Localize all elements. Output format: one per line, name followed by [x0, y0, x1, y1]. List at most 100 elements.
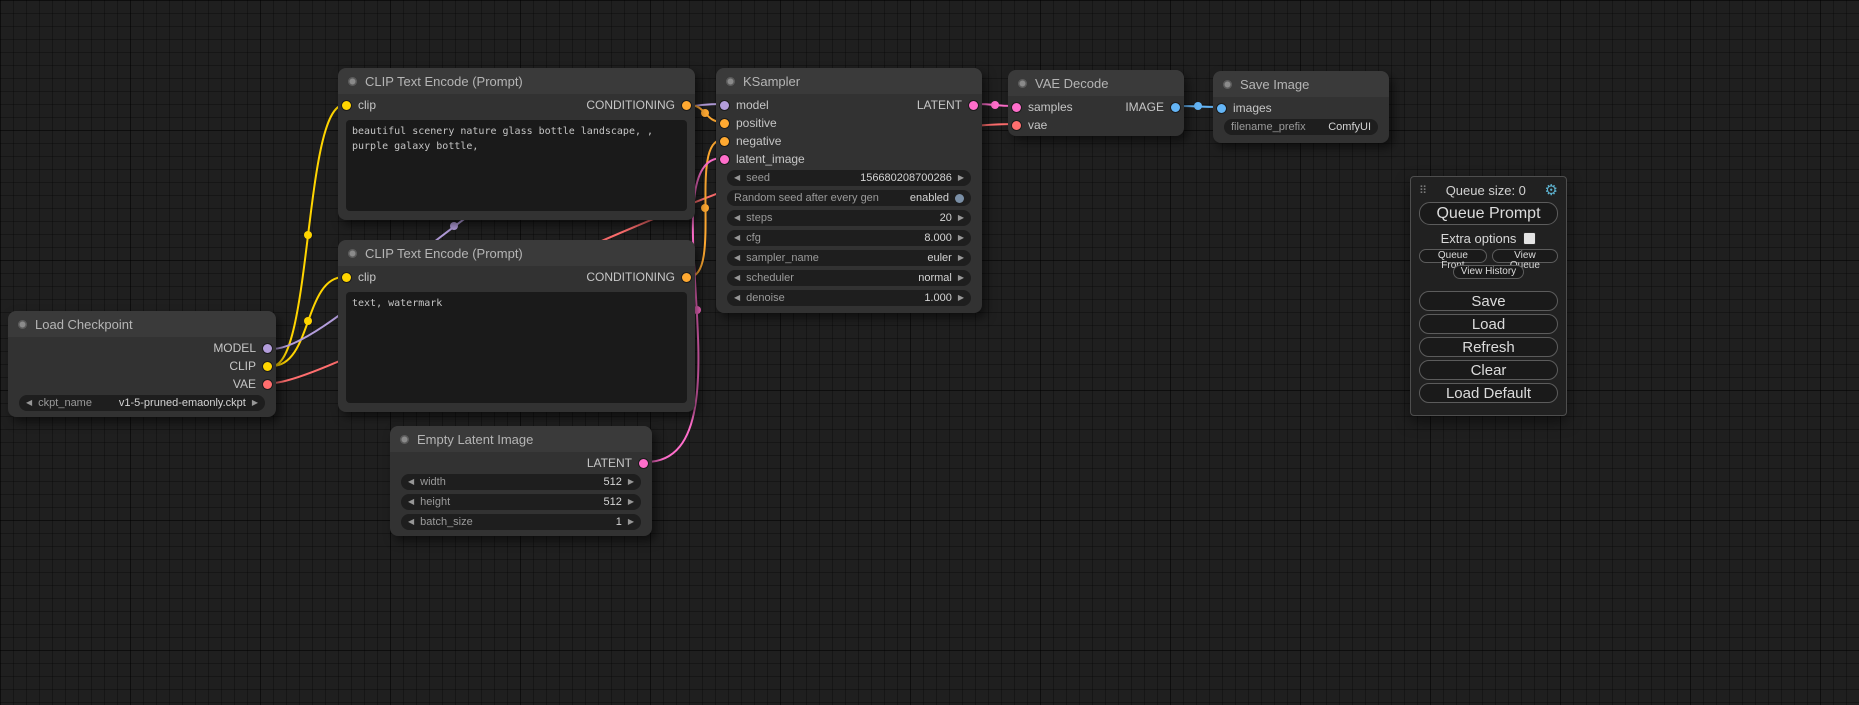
- view-history-button[interactable]: View History: [1453, 265, 1524, 279]
- refresh-button[interactable]: Refresh: [1419, 337, 1558, 357]
- slot-label: model: [736, 98, 769, 112]
- node-vae-decode[interactable]: VAE Decode samples IMAGE vae: [1008, 70, 1184, 136]
- slot-label: MODEL: [213, 341, 256, 355]
- next-arrow-icon[interactable]: ▶: [628, 498, 634, 506]
- node-graph-canvas[interactable]: Load Checkpoint MODEL CLIP VAE ◀ ckpt_na…: [0, 0, 1859, 705]
- input-dot-clip[interactable]: [342, 273, 351, 282]
- slot-label: clip: [358, 98, 376, 112]
- node-clip-text-encode-positive[interactable]: CLIP Text Encode (Prompt) clip CONDITION…: [338, 68, 695, 220]
- widget-height[interactable]: ◀ height 512 ▶: [401, 494, 641, 510]
- toggle-dot[interactable]: [955, 194, 964, 203]
- next-arrow-icon[interactable]: ▶: [958, 274, 964, 282]
- node-clip-text-encode-negative[interactable]: CLIP Text Encode (Prompt) clip CONDITION…: [338, 240, 695, 412]
- prev-arrow-icon[interactable]: ◀: [408, 518, 414, 526]
- widget-value: 20: [940, 212, 952, 224]
- widget-filename-prefix[interactable]: filename_prefix ComfyUI: [1224, 119, 1378, 135]
- widget-label: filename_prefix: [1231, 121, 1306, 133]
- prev-arrow-icon[interactable]: ◀: [734, 294, 740, 302]
- prev-arrow-icon[interactable]: ◀: [734, 174, 740, 182]
- widget-random-seed[interactable]: Random seed after every gen enabled: [727, 190, 971, 206]
- prev-arrow-icon[interactable]: ◀: [408, 498, 414, 506]
- positive-prompt-textarea[interactable]: beautiful scenery nature glass bottle la…: [346, 120, 687, 211]
- node-title-bar[interactable]: Save Image: [1213, 71, 1389, 97]
- output-dot-latent[interactable]: [639, 459, 648, 468]
- node-load-checkpoint[interactable]: Load Checkpoint MODEL CLIP VAE ◀ ckpt_na…: [8, 311, 276, 417]
- collapse-dot-icon[interactable]: [1223, 80, 1232, 89]
- prev-arrow-icon[interactable]: ◀: [734, 274, 740, 282]
- input-dot-latent-image[interactable]: [720, 155, 729, 164]
- node-title-bar[interactable]: CLIP Text Encode (Prompt): [338, 68, 695, 94]
- view-queue-button[interactable]: View Queue: [1492, 249, 1558, 263]
- clear-button[interactable]: Clear: [1419, 360, 1558, 380]
- collapse-dot-icon[interactable]: [348, 77, 357, 86]
- input-dot-samples[interactable]: [1012, 103, 1021, 112]
- node-title-bar[interactable]: VAE Decode: [1008, 70, 1184, 96]
- widget-steps[interactable]: ◀ steps 20 ▶: [727, 210, 971, 226]
- widget-width[interactable]: ◀ width 512 ▶: [401, 474, 641, 490]
- node-title: CLIP Text Encode (Prompt): [365, 74, 523, 89]
- node-empty-latent-image[interactable]: Empty Latent Image LATENT ◀ width 512 ▶ …: [390, 426, 652, 536]
- settings-gear-icon[interactable]: ⚙: [1545, 181, 1558, 199]
- widget-label: steps: [746, 212, 772, 224]
- collapse-dot-icon[interactable]: [1018, 79, 1027, 88]
- output-dot-latent[interactable]: [969, 101, 978, 110]
- next-arrow-icon[interactable]: ▶: [628, 478, 634, 486]
- node-ksampler[interactable]: KSampler model LATENT positive negative …: [716, 68, 982, 313]
- widget-sampler-name[interactable]: ◀ sampler_name euler ▶: [727, 250, 971, 266]
- slot-label: CONDITIONING: [586, 270, 675, 284]
- output-dot-model[interactable]: [263, 344, 272, 353]
- widget-denoise[interactable]: ◀ denoise 1.000 ▶: [727, 290, 971, 306]
- input-slot-positive: positive: [716, 114, 982, 132]
- prev-arrow-icon[interactable]: ◀: [408, 478, 414, 486]
- prev-arrow-icon[interactable]: ◀: [734, 234, 740, 242]
- queue-prompt-button[interactable]: Queue Prompt: [1419, 202, 1558, 225]
- collapse-dot-icon[interactable]: [400, 435, 409, 444]
- next-arrow-icon[interactable]: ▶: [628, 518, 634, 526]
- queue-front-button[interactable]: Queue Front: [1419, 249, 1487, 263]
- next-arrow-icon[interactable]: ▶: [958, 214, 964, 222]
- input-dot-images[interactable]: [1217, 104, 1226, 113]
- node-title: Empty Latent Image: [417, 432, 533, 447]
- widget-scheduler[interactable]: ◀ scheduler normal ▶: [727, 270, 971, 286]
- collapse-dot-icon[interactable]: [348, 249, 357, 258]
- output-dot-conditioning[interactable]: [682, 101, 691, 110]
- input-dot-model[interactable]: [720, 101, 729, 110]
- save-button[interactable]: Save: [1419, 291, 1558, 311]
- negative-prompt-textarea[interactable]: text, watermark: [346, 292, 687, 403]
- prev-arrow-icon[interactable]: ◀: [26, 399, 32, 407]
- load-default-button[interactable]: Load Default: [1419, 383, 1558, 403]
- widget-label: denoise: [746, 292, 785, 304]
- widget-value: euler: [927, 252, 951, 264]
- next-arrow-icon[interactable]: ▶: [958, 254, 964, 262]
- node-save-image[interactable]: Save Image images filename_prefix ComfyU…: [1213, 71, 1389, 143]
- load-button[interactable]: Load: [1419, 314, 1558, 334]
- output-dot-vae[interactable]: [263, 380, 272, 389]
- node-title-bar[interactable]: Load Checkpoint: [8, 311, 276, 337]
- output-slot-latent: LATENT: [390, 454, 652, 472]
- input-dot-negative[interactable]: [720, 137, 729, 146]
- extra-options-checkbox[interactable]: [1523, 232, 1536, 245]
- widget-seed[interactable]: ◀ seed 156680208700286 ▶: [727, 170, 971, 186]
- input-dot-positive[interactable]: [720, 119, 729, 128]
- next-arrow-icon[interactable]: ▶: [252, 399, 258, 407]
- next-arrow-icon[interactable]: ▶: [958, 174, 964, 182]
- node-title-bar[interactable]: Empty Latent Image: [390, 426, 652, 452]
- input-dot-vae[interactable]: [1012, 121, 1021, 130]
- output-dot-clip[interactable]: [263, 362, 272, 371]
- prev-arrow-icon[interactable]: ◀: [734, 254, 740, 262]
- prev-arrow-icon[interactable]: ◀: [734, 214, 740, 222]
- next-arrow-icon[interactable]: ▶: [958, 294, 964, 302]
- widget-ckpt-name[interactable]: ◀ ckpt_name v1-5-pruned-emaonly.ckpt ▶: [19, 395, 265, 411]
- widget-cfg[interactable]: ◀ cfg 8.000 ▶: [727, 230, 971, 246]
- input-dot-clip[interactable]: [342, 101, 351, 110]
- collapse-dot-icon[interactable]: [18, 320, 27, 329]
- output-dot-image[interactable]: [1171, 103, 1180, 112]
- drag-handle-icon[interactable]: ⠿: [1419, 184, 1427, 197]
- next-arrow-icon[interactable]: ▶: [958, 234, 964, 242]
- output-dot-conditioning[interactable]: [682, 273, 691, 282]
- slot-label: IMAGE: [1125, 100, 1164, 114]
- node-title-bar[interactable]: CLIP Text Encode (Prompt): [338, 240, 695, 266]
- node-title-bar[interactable]: KSampler: [716, 68, 982, 94]
- collapse-dot-icon[interactable]: [726, 77, 735, 86]
- widget-batch-size[interactable]: ◀ batch_size 1 ▶: [401, 514, 641, 530]
